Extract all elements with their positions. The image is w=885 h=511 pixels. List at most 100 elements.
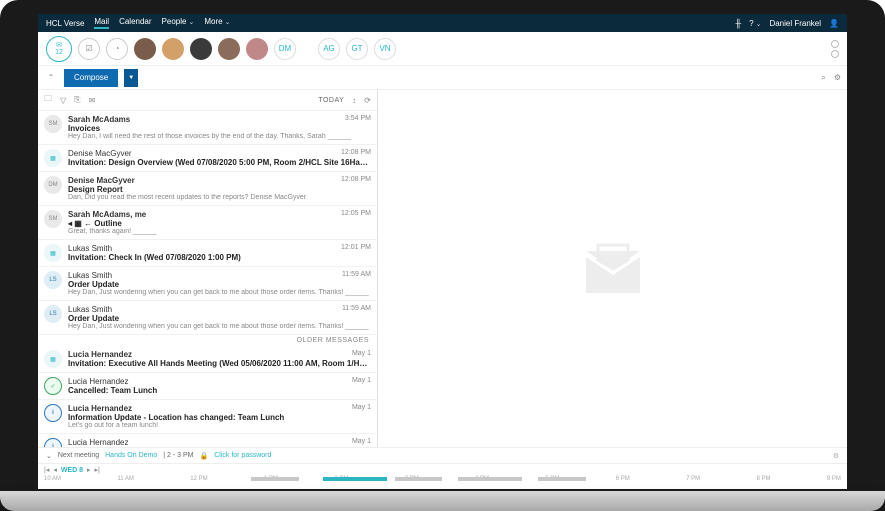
- message-row[interactable]: iLucia HernandezMay 1Information Update …: [38, 400, 377, 434]
- message-time: 3:54 PM: [345, 115, 371, 124]
- person-chip[interactable]: DM: [274, 38, 296, 60]
- refresh-icon[interactable]: ⟳: [364, 96, 371, 105]
- next-meeting-label: Next meeting: [58, 452, 99, 459]
- toolbar: ⌃ Compose ▼ ⌕ ⚙: [38, 66, 847, 90]
- message-row[interactable]: ▦Lukas Smith12:01 PMInvitation: Check In…: [38, 240, 377, 267]
- filter-icon[interactable]: ▽: [60, 96, 66, 105]
- search-icon[interactable]: ⌕: [821, 73, 825, 83]
- message-list[interactable]: SMSarah McAdams3:54 PMInvoicesHey Dan, I…: [38, 111, 377, 447]
- message-row[interactable]: ▦ Denise MacGyver 12:08 PMInvitation: Desi…: [38, 145, 377, 172]
- message-row[interactable]: LSLukas Smith11:59 AMOrder UpdateHey Dan…: [38, 301, 377, 335]
- message-row[interactable]: ✓Lucia HernandezMay 1Cancelled: Team Lun…: [38, 373, 377, 400]
- message-time: 12:08 PM: [341, 149, 371, 158]
- message-from: Denise MacGyver: [68, 149, 132, 158]
- person-avatar[interactable]: [162, 38, 184, 60]
- preview-pane: [378, 90, 847, 447]
- laptop-base: [0, 491, 885, 511]
- message-row[interactable]: LSLukas Smith11:59 AMOrder UpdateHey Dan…: [38, 267, 377, 301]
- timeline-event[interactable]: [538, 477, 586, 481]
- person-avatar[interactable]: [246, 38, 268, 60]
- user-name[interactable]: Daniel Frankel: [769, 19, 821, 28]
- message-row[interactable]: SMSarah McAdams3:54 PMInvoicesHey Dan, I…: [38, 111, 377, 145]
- person-chip[interactable]: GT: [346, 38, 368, 60]
- message-avatar: LS: [44, 271, 62, 289]
- message-row[interactable]: DMDenise MacGyver12:08 PMDesign ReportDa…: [38, 172, 377, 206]
- today-label: TODAY: [318, 97, 344, 104]
- mail-icon[interactable]: ✉: [89, 96, 96, 105]
- top-nav: Mail Calendar People⌄ More⌄: [94, 17, 230, 29]
- people-options[interactable]: [831, 40, 839, 58]
- task-icon[interactable]: ☑: [78, 38, 100, 60]
- person-avatar[interactable]: [190, 38, 212, 60]
- org-icon[interactable]: ╫: [735, 19, 741, 28]
- laptop-frame: HCL Verse Mail Calendar People⌄ More⌄ ╫ …: [0, 0, 885, 511]
- user-avatar-icon[interactable]: 👤: [829, 19, 839, 28]
- message-preview: Dan, Did you read the most recent update…: [68, 194, 371, 201]
- person-chip[interactable]: VN: [374, 38, 396, 60]
- message-row[interactable]: iLucia HernandezMay 1Information Update …: [38, 434, 377, 447]
- message-subject: Information Update - Location has change…: [68, 413, 371, 422]
- sort-icon[interactable]: ↕: [352, 96, 356, 105]
- message-row[interactable]: ▦Lucia HernandezMay 1Invitation: Executi…: [38, 346, 377, 373]
- message-time: 12:08 PM: [341, 176, 371, 185]
- person-avatar[interactable]: [134, 38, 156, 60]
- compose-button[interactable]: Compose: [64, 69, 118, 87]
- message-subject: ◂ ▦ ← Outline: [68, 219, 371, 228]
- settings-icon[interactable]: ⚙: [834, 73, 841, 83]
- message-from: Lucia Hernandez: [68, 377, 128, 386]
- message-time: 11:59 AM: [342, 305, 371, 314]
- collapse-icon[interactable]: ⌃: [44, 71, 58, 85]
- inbox-count: 12: [55, 49, 63, 56]
- help-icon[interactable]: ?⌄: [749, 19, 761, 28]
- message-subject: Invitation: Design Overview (Wed 07/08/2…: [68, 158, 371, 167]
- nav-calendar[interactable]: Calendar: [119, 17, 151, 29]
- recent-icon[interactable]: ◔: [106, 38, 128, 60]
- message-from: Sarah McAdams: [68, 115, 130, 124]
- attach-icon[interactable]: ⎘: [74, 95, 80, 105]
- message-subject: Cancelled: Team Lunch: [68, 386, 371, 395]
- message-avatar: ▦: [44, 149, 62, 167]
- nav-mail[interactable]: Mail: [94, 17, 109, 29]
- tl-next-icon[interactable]: ▸: [87, 466, 91, 474]
- timeline-event[interactable]: [323, 477, 387, 481]
- timeline-day[interactable]: WED 8: [61, 467, 83, 474]
- message-from: Denise MacGyver: [68, 176, 135, 185]
- tl-prev-icon[interactable]: ◂: [53, 466, 57, 474]
- message-from: Lukas Smith: [68, 305, 112, 314]
- message-avatar: i: [44, 438, 62, 447]
- message-avatar: LS: [44, 305, 62, 323]
- meeting-settings-icon[interactable]: ⚙: [833, 452, 839, 460]
- timeline-event[interactable]: [251, 477, 299, 481]
- folder-icon[interactable]: 🗀: [44, 93, 52, 107]
- inbox-badge[interactable]: ✉ 12: [46, 36, 72, 62]
- app-name: HCL Verse: [46, 19, 84, 28]
- nav-more[interactable]: More⌄: [204, 17, 230, 29]
- timeline-event[interactable]: [395, 477, 443, 481]
- older-messages-label: OLDER MESSAGES: [38, 335, 377, 346]
- message-row[interactable]: SMSarah McAdams, me12:05 PM◂ ▦ ← Outline…: [38, 206, 377, 240]
- message-avatar: SM: [44, 210, 62, 228]
- next-meeting-cta[interactable]: Click for password: [214, 452, 271, 459]
- message-preview: Great, thanks again! ______: [68, 228, 371, 235]
- person-avatar[interactable]: [218, 38, 240, 60]
- compose-dropdown[interactable]: ▼: [124, 69, 138, 87]
- nav-people[interactable]: People⌄: [162, 17, 195, 29]
- message-from: Sarah McAdams, me: [68, 210, 146, 219]
- person-chip[interactable]: AG: [318, 38, 340, 60]
- tl-first-icon[interactable]: |◂: [44, 466, 49, 474]
- message-list-pane: 🗀 ▽ ⎘ ✉ TODAY ↕ ⟳ SM Sarah McAdams 3:54 PM…: [38, 90, 378, 447]
- message-time: 12:01 PM: [341, 244, 371, 253]
- people-bar: ✉ 12 ☑ ◔ DM AG GT VN: [38, 32, 847, 66]
- app-screen: HCL Verse Mail Calendar People⌄ More⌄ ╫ …: [38, 14, 847, 489]
- timeline-track[interactable]: 10 AM11 AM12 PM1 PM2 PM3 PM4 PM5 PM6 PM7…: [44, 476, 841, 488]
- message-avatar: DM: [44, 176, 62, 194]
- message-avatar: ✓: [44, 377, 62, 395]
- chevron-down-icon[interactable]: ⌄: [46, 452, 52, 460]
- timeline-event[interactable]: [458, 477, 522, 481]
- message-time: 11:59 AM: [342, 271, 371, 280]
- next-meeting-title[interactable]: Hands On Demo: [105, 452, 157, 459]
- message-avatar: i: [44, 404, 62, 422]
- timeline: |◂ ◂ WED 8 ▸ ▸| 10 AM11 AM12 PM1 PM2 PM3…: [38, 463, 847, 489]
- message-time: May 1: [352, 438, 371, 447]
- tl-last-icon[interactable]: ▸|: [95, 466, 100, 474]
